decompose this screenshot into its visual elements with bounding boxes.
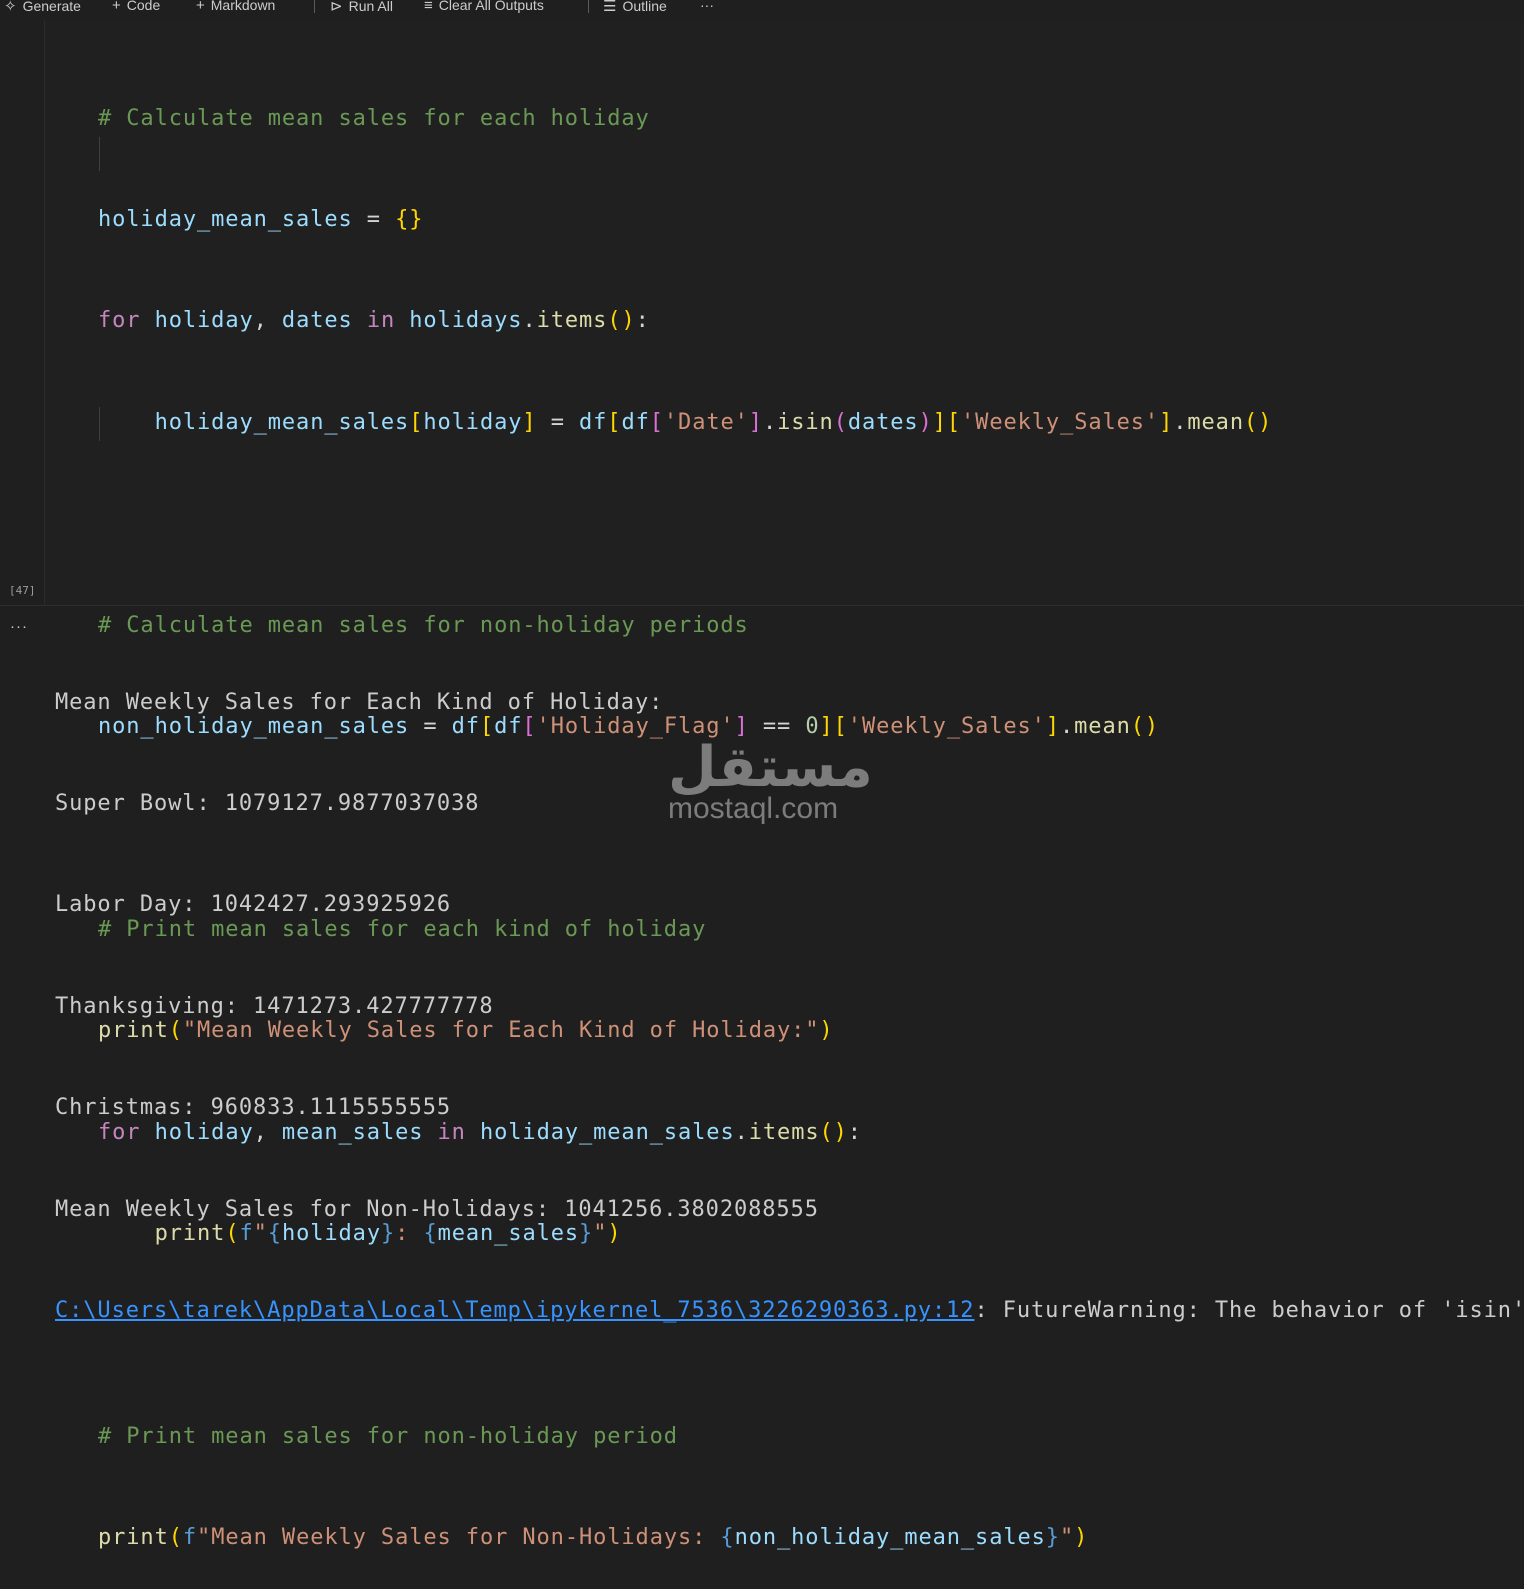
code-line: holiday_mean_sales[holiday] = df[df['Dat… [154, 409, 1273, 435]
output-line: Mean Weekly Sales for Non-Holidays: 1041… [55, 1196, 819, 1222]
toolbar-divider [314, 0, 315, 13]
code-line: print(f"Mean Weekly Sales for Non-Holida… [98, 1525, 1089, 1551]
warning-line: C:\Users\tarek\AppData\Local\Temp\ipyker… [55, 1294, 1524, 1328]
plus-icon: + [112, 0, 121, 14]
add-code-button[interactable]: + Code [112, 0, 160, 14]
clear-outputs-icon: ≡ [424, 0, 433, 14]
outline-list-icon: ☰ [603, 0, 617, 15]
output-line: Mean Weekly Sales for Each Kind of Holid… [55, 689, 664, 715]
code-comment: # Calculate mean sales for each holiday [98, 105, 650, 131]
markdown-label: Markdown [210, 0, 276, 13]
cell-gutter [0, 20, 44, 605]
output-line: Labor Day: 1042427.293925926 [55, 892, 452, 918]
more-actions-button[interactable]: ··· [700, 0, 714, 13]
run-all-icon: ⊳ [330, 0, 343, 15]
clear-all-outputs-button[interactable]: ≡ Clear All Outputs [424, 0, 544, 14]
code-line: # Print mean sales for non-holiday perio… [98, 1420, 1272, 1454]
code-line: for holiday, dates in holidays.items(): [98, 308, 650, 334]
generate-button[interactable]: ✧ Generate [4, 0, 81, 15]
outline-label: Outline [622, 0, 667, 14]
execution-count: [47] [9, 584, 36, 597]
add-markdown-button[interactable]: + Markdown [196, 0, 275, 14]
warning-text: : FutureWarning: The behavior of 'isin' … [974, 1297, 1524, 1323]
more-icon: ··· [700, 0, 714, 13]
clear-outputs-label: Clear All Outputs [438, 0, 544, 13]
output-line: Super Bowl: 1079127.9877037038 [55, 790, 480, 816]
warning-file-link[interactable]: C:\Users\tarek\AppData\Local\Temp\ipyker… [55, 1298, 974, 1323]
notebook-toolbar: ✧ Generate + Code + Markdown ⊳ Run All ≡ Clea… [0, 0, 1524, 19]
output-line: Christmas: 960833.1115555555 [55, 1095, 452, 1121]
plus-icon: + [196, 0, 205, 14]
outline-button[interactable]: ☰ Outline [603, 0, 667, 15]
toolbar-divider [588, 0, 589, 13]
cell-output: Mean Weekly Sales for Each Kind of Holid… [55, 618, 1524, 1362]
sparkle-icon: ✧ [4, 0, 17, 15]
output-line: Thanksgiving: 1471273.427777778 [55, 993, 494, 1019]
code-line: # Calculate mean sales for each holiday [98, 102, 1272, 136]
code-label: Code [126, 0, 161, 13]
run-all-button[interactable]: ⊳ Run All [330, 0, 393, 15]
output-actions-button[interactable]: ··· [10, 618, 28, 635]
code-comment: # Print mean sales for non-holiday perio… [98, 1423, 678, 1449]
code-line: holiday_mean_sales = {} [98, 206, 424, 232]
run-all-label: Run All [348, 0, 393, 14]
generate-label: Generate [22, 0, 81, 14]
